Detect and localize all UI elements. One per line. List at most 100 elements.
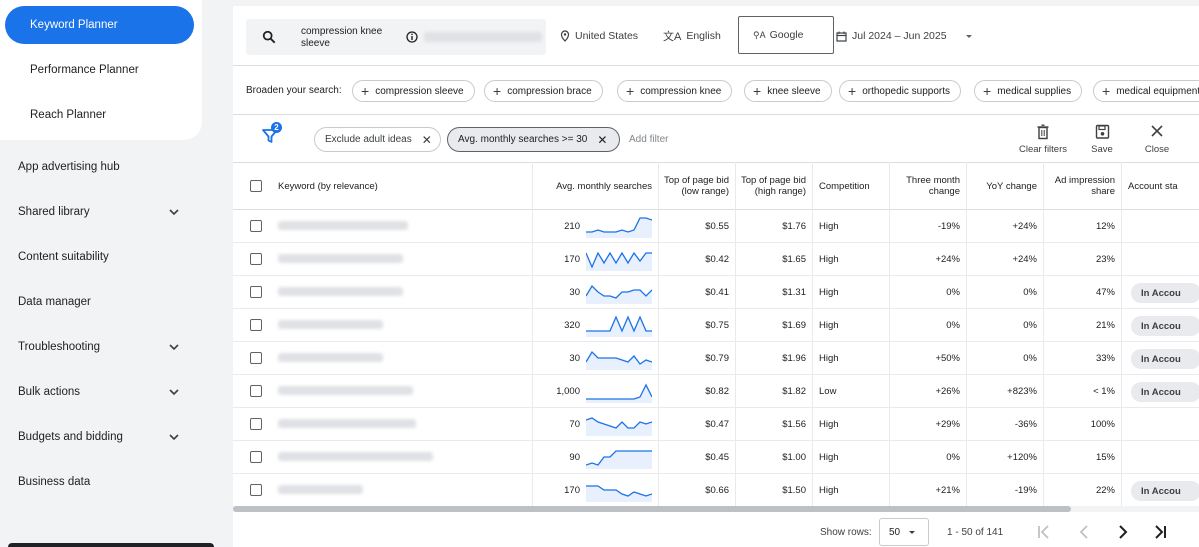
clear-filters-button[interactable]: Clear filters — [1013, 124, 1073, 158]
header-yoy-change[interactable]: YoY change — [970, 163, 1037, 209]
sidebar-item-shared-library[interactable]: Shared library — [0, 197, 200, 227]
sidebar-item-bulk-actions[interactable]: Bulk actions — [0, 377, 200, 407]
table-row[interactable]: 210 $0.55 $1.76 High -19% +24% 12% — [233, 210, 1199, 243]
filter-chip-exclude-adult[interactable]: Exclude adult ideas ✕ — [314, 127, 441, 152]
last-page-icon[interactable] — [1150, 521, 1172, 543]
sidebar-item-content-suitability[interactable]: Content suitability — [0, 242, 200, 272]
network-selector[interactable]: ⚲A Google — [738, 16, 834, 54]
language-selector[interactable]: 文A English — [663, 27, 721, 45]
avg-monthly-searches: 1,000 — [556, 385, 580, 397]
table-row[interactable]: 1,000 $0.82 $1.82 Low +26% +823% < 1% In Accou — [233, 375, 1199, 408]
row-checkbox[interactable] — [250, 352, 262, 364]
rows-per-page-select[interactable]: 50 — [879, 518, 929, 546]
sidebar-item-business-data[interactable]: Business data — [0, 467, 200, 497]
location-selector[interactable]: United States — [560, 27, 638, 45]
date-range-selector[interactable]: Jul 2024 – Jun 2025 — [836, 27, 974, 45]
close-button[interactable]: Close — [1127, 124, 1187, 158]
select-all-checkbox[interactable] — [250, 180, 262, 192]
broaden-chip[interactable]: + orthopedic supports — [839, 80, 962, 102]
header-bid-high[interactable]: Top of page bid (high range) — [740, 163, 806, 209]
bid-low: $0.47 — [705, 418, 729, 430]
row-checkbox[interactable] — [250, 451, 262, 463]
table-row[interactable]: 320 $0.75 $1.69 High 0% 0% 21% In Accou — [233, 309, 1199, 342]
trend-sparkline — [586, 315, 652, 337]
header-avg-monthly-searches[interactable]: Avg. monthly searches — [533, 163, 652, 209]
account-status-chip[interactable]: In Accou — [1131, 481, 1199, 501]
sparkline-area — [586, 253, 652, 271]
redacted-keyword — [278, 485, 363, 494]
header-bid-low[interactable]: Top of page bid (low range) — [663, 163, 729, 209]
row-checkbox[interactable] — [250, 385, 262, 397]
broaden-chip[interactable]: + medical equipment — [1093, 80, 1199, 102]
nav-keyword-planner[interactable]: Keyword Planner — [5, 6, 194, 44]
broaden-chip-label: orthopedic supports — [862, 85, 951, 97]
row-checkbox[interactable] — [250, 484, 262, 496]
row-checkbox[interactable] — [250, 253, 262, 265]
network-icon: ⚲A — [753, 29, 766, 40]
row-checkbox[interactable] — [250, 220, 262, 232]
broaden-chip[interactable]: + knee sleeve — [744, 80, 832, 102]
close-icon[interactable]: ✕ — [597, 133, 607, 147]
scrollbar-thumb[interactable] — [233, 506, 1071, 512]
row-checkbox[interactable] — [250, 319, 262, 331]
horizontal-scrollbar[interactable] — [233, 506, 1199, 512]
header-three-month-change[interactable]: Three month change — [896, 163, 960, 209]
sidebar-item-app-advertising-hub[interactable]: App advertising hub — [0, 152, 200, 182]
account-status-chip[interactable]: In Accou — [1131, 316, 1199, 336]
bid-low: $0.79 — [705, 352, 729, 364]
sidebar-item-label: Content suitability — [18, 251, 109, 263]
sidebar-item-troubleshooting[interactable]: Troubleshooting — [0, 332, 200, 362]
table-header: Keyword (by relevance) Avg. monthly sear… — [233, 162, 1199, 210]
trend-sparkline — [586, 350, 652, 370]
account-status-chip[interactable]: In Accou — [1131, 382, 1199, 402]
first-page-icon[interactable] — [1033, 521, 1055, 543]
chevron-down-icon — [169, 389, 179, 396]
competition: High — [819, 220, 839, 232]
save-button[interactable]: Save — [1072, 124, 1132, 158]
dropdown-arrow-icon — [909, 531, 916, 534]
info-icon[interactable] — [406, 31, 418, 43]
trend-sparkline — [586, 383, 652, 403]
close-icon[interactable]: ✕ — [422, 133, 432, 147]
broaden-chip[interactable]: + medical supplies — [974, 80, 1083, 102]
account-status-chip[interactable]: In Accou — [1131, 283, 1199, 303]
row-checkbox[interactable] — [250, 286, 262, 298]
broaden-chip[interactable]: + compression brace — [484, 80, 603, 102]
table-row[interactable]: 30 $0.41 $1.31 High 0% 0% 47% In Accou — [233, 276, 1199, 309]
redacted-keyword — [278, 452, 433, 461]
three-month-change: -19% — [937, 220, 960, 232]
table-row[interactable]: 30 $0.79 $1.96 High +50% 0% 33% In Accou — [233, 342, 1199, 375]
account-status-chip[interactable]: In Accou — [1131, 349, 1199, 369]
bid-low: $0.45 — [705, 451, 729, 463]
redacted-keyword — [278, 254, 403, 263]
table-row[interactable]: 90 $0.45 $1.00 High 0% +120% 15% — [233, 441, 1199, 474]
broaden-chip-label: knee sleeve — [767, 85, 821, 97]
header-keyword[interactable]: Keyword (by relevance) — [278, 163, 478, 209]
keyword-search-box[interactable]: compression knee sleeve — [246, 19, 546, 55]
next-page-icon[interactable] — [1112, 521, 1134, 543]
nav-performance-planner[interactable]: Performance Planner — [5, 51, 194, 89]
previous-page-icon[interactable] — [1073, 521, 1095, 543]
table-row[interactable]: 170 $0.42 $1.65 High +24% +24% 23% — [233, 243, 1199, 276]
row-checkbox[interactable] — [250, 418, 262, 430]
clear-filters-label: Clear filters — [1018, 144, 1068, 155]
sidebar-item-budgets-and-bidding[interactable]: Budgets and bidding — [0, 422, 200, 452]
ad-impression-share: 100% — [1090, 418, 1115, 430]
bid-high: $1.50 — [782, 484, 806, 496]
close-icon — [1151, 125, 1163, 137]
location-pin-icon — [560, 30, 570, 42]
trend-sparkline — [586, 284, 652, 304]
filter-count-badge: 2 — [271, 122, 282, 133]
broaden-chip[interactable]: + compression sleeve — [352, 80, 475, 102]
header-competition[interactable]: Competition — [819, 163, 889, 209]
add-filter-button[interactable]: Add filter — [629, 134, 668, 145]
table-row[interactable]: 170 $0.66 $1.50 High +21% -19% 22% In Accou — [233, 474, 1199, 507]
broaden-chip[interactable]: + compression knee — [617, 80, 733, 102]
filter-chip-avg-searches[interactable]: Avg. monthly searches >= 30 ✕ — [447, 127, 620, 152]
competition: High — [819, 484, 839, 496]
nav-reach-planner[interactable]: Reach Planner — [5, 96, 194, 134]
table-row[interactable]: 70 $0.47 $1.56 High +29% -36% 100% — [233, 408, 1199, 441]
header-ad-impression-share[interactable]: Ad impression share — [1045, 163, 1115, 209]
sidebar-item-data-manager[interactable]: Data manager — [0, 287, 200, 317]
header-account-status[interactable]: Account sta — [1128, 163, 1199, 209]
